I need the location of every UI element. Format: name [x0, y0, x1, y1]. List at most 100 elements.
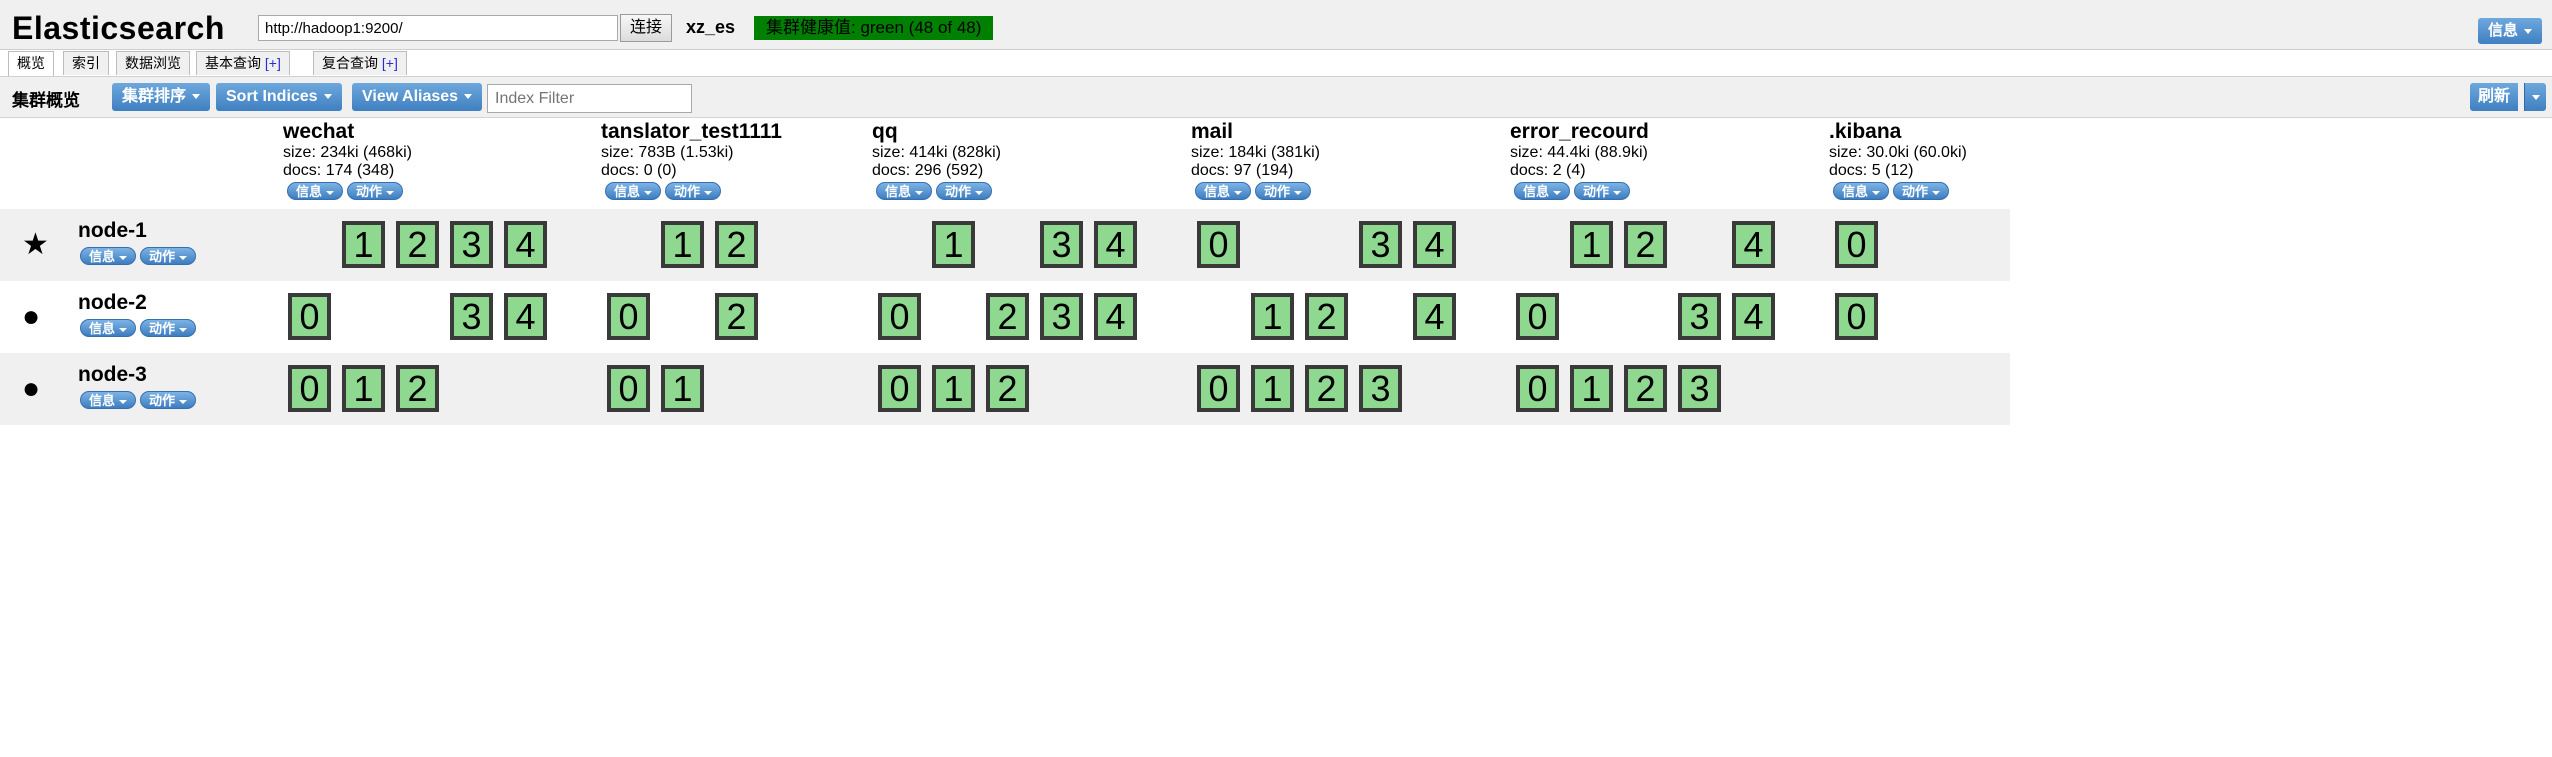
connect-button[interactable]: 连接	[620, 14, 673, 42]
sort-cluster-label: 集群排序	[122, 88, 187, 105]
shard-box[interactable]: 1	[661, 221, 704, 268]
index-filter-input[interactable]	[487, 84, 692, 113]
shard-box[interactable]: 1	[1251, 365, 1294, 412]
shard-box[interactable]: 4	[1413, 293, 1456, 340]
shard-box[interactable]: 4	[1732, 293, 1775, 340]
node-info-button[interactable]: 信息	[80, 247, 137, 265]
chevron-down-icon	[975, 190, 984, 195]
index-action-button[interactable]: 动作	[1574, 182, 1631, 200]
shard-box[interactable]: 3	[450, 293, 493, 340]
shard-box[interactable]: 0	[607, 293, 650, 340]
node-row: ● node-3 信息 动作 0 1 2 0 1 0 1 2 0 1 2 3 0 1 2 3	[0, 353, 2010, 425]
shard-box[interactable]: 3	[450, 221, 493, 268]
shard-box[interactable]: 0	[1516, 365, 1559, 412]
chevron-down-icon	[1234, 190, 1243, 195]
index-docs: docs: 2 (4)	[1510, 162, 1586, 179]
shard-box[interactable]: 1	[1570, 221, 1613, 268]
shard-box[interactable]: 0	[878, 293, 921, 340]
shard-box[interactable]: 1	[342, 365, 385, 412]
chevron-down-icon	[1613, 190, 1622, 195]
sort-cluster-button[interactable]: 集群排序	[112, 83, 211, 111]
shard-box[interactable]: 0	[1516, 293, 1559, 340]
shard-box[interactable]: 0	[1835, 221, 1878, 268]
chevron-down-icon	[1553, 190, 1562, 195]
shard-box[interactable]: 4	[504, 293, 547, 340]
tab-overview[interactable]: 概览	[8, 51, 54, 77]
index-info-button[interactable]: 信息	[876, 182, 933, 200]
index-docs: docs: 0 (0)	[601, 162, 677, 179]
shard-box[interactable]: 3	[1359, 365, 1402, 412]
shard-box[interactable]: 3	[1678, 365, 1721, 412]
node-action-button[interactable]: 动作	[140, 319, 197, 337]
index-action-button[interactable]: 动作	[936, 182, 993, 200]
shard-box[interactable]: 0	[878, 365, 921, 412]
shard-box[interactable]: 2	[396, 365, 439, 412]
shard-box[interactable]: 0	[607, 365, 650, 412]
pill-label: 信息	[89, 393, 116, 408]
shard-box[interactable]: 4	[1094, 221, 1137, 268]
shard-box[interactable]: 2	[1305, 365, 1348, 412]
index-action-button[interactable]: 动作	[1893, 182, 1950, 200]
shard-box[interactable]: 1	[342, 221, 385, 268]
chevron-down-icon	[119, 399, 128, 404]
tab-indices[interactable]: 索引	[63, 51, 109, 75]
shard-box[interactable]: 1	[1251, 293, 1294, 340]
shard-box[interactable]: 3	[1040, 293, 1083, 340]
shard-box[interactable]: 0	[1835, 293, 1878, 340]
index-info-button[interactable]: 信息	[1514, 182, 1571, 200]
shard-box[interactable]: 4	[1413, 221, 1456, 268]
refresh-options-button[interactable]	[2524, 83, 2546, 111]
index-info-button[interactable]: 信息	[605, 182, 662, 200]
pill-label: 信息	[1523, 184, 1550, 199]
shard-box[interactable]: 1	[1570, 365, 1613, 412]
circle-icon: ●	[22, 372, 41, 405]
shard-box[interactable]: 2	[1624, 221, 1667, 268]
shard-box[interactable]: 1	[661, 365, 704, 412]
node-action-button[interactable]: 动作	[140, 391, 197, 409]
shard-box[interactable]: 1	[932, 365, 975, 412]
index-column: qq size: 414ki (828ki) docs: 296 (592) 信息 动作	[872, 120, 1001, 200]
pill-label: 信息	[296, 184, 323, 199]
shard-box[interactable]: 2	[396, 221, 439, 268]
url-input[interactable]	[258, 15, 618, 41]
shard-box[interactable]: 2	[1624, 365, 1667, 412]
shard-box[interactable]: 2	[715, 221, 758, 268]
chevron-down-icon	[644, 190, 653, 195]
shard-box[interactable]: 0	[1197, 221, 1240, 268]
view-aliases-button[interactable]: View Aliases	[352, 83, 483, 111]
index-info-button[interactable]: 信息	[1833, 182, 1890, 200]
shard-box[interactable]: 0	[288, 365, 331, 412]
shard-box[interactable]: 0	[1197, 365, 1240, 412]
index-info-button[interactable]: 信息	[1195, 182, 1252, 200]
shard-box[interactable]: 3	[1359, 221, 1402, 268]
shard-box[interactable]: 4	[1732, 221, 1775, 268]
shard-box[interactable]: 2	[986, 293, 1029, 340]
chevron-down-icon	[179, 255, 188, 260]
node-row: ● node-2 信息 动作 0 3 4 0 2 0 2 3 4 1 2 4 0 3 4 0	[0, 281, 2010, 353]
shard-box[interactable]: 4	[504, 221, 547, 268]
shard-box[interactable]: 2	[715, 293, 758, 340]
refresh-button[interactable]: 刷新	[2470, 83, 2519, 111]
tab-compound-query[interactable]: 复合查询 [+]	[313, 51, 407, 75]
index-action-button[interactable]: 动作	[1255, 182, 1312, 200]
shard-box[interactable]: 0	[288, 293, 331, 340]
shard-box[interactable]: 2	[1305, 293, 1348, 340]
node-info-button[interactable]: 信息	[80, 391, 137, 409]
index-action-button[interactable]: 动作	[665, 182, 722, 200]
overview-toolbar: 集群概览 集群排序 Sort Indices View Aliases 刷新	[0, 76, 2552, 118]
index-info-button[interactable]: 信息	[287, 182, 344, 200]
index-docs: docs: 296 (592)	[872, 162, 984, 179]
index-action-button[interactable]: 动作	[347, 182, 404, 200]
shard-box[interactable]: 4	[1094, 293, 1137, 340]
sort-indices-button[interactable]: Sort Indices	[216, 83, 342, 111]
node-action-button[interactable]: 动作	[140, 247, 197, 265]
node-info-button[interactable]: 信息	[80, 319, 137, 337]
tab-basic-query[interactable]: 基本查询 [+]	[196, 51, 290, 75]
tab-browser[interactable]: 数据浏览	[116, 51, 190, 75]
info-menu-button[interactable]: 信息	[2478, 18, 2543, 44]
shard-box[interactable]: 2	[986, 365, 1029, 412]
shard-box[interactable]: 3	[1678, 293, 1721, 340]
tab-label: 数据浏览	[125, 55, 181, 71]
shard-box[interactable]: 1	[932, 221, 975, 268]
shard-box[interactable]: 3	[1040, 221, 1083, 268]
